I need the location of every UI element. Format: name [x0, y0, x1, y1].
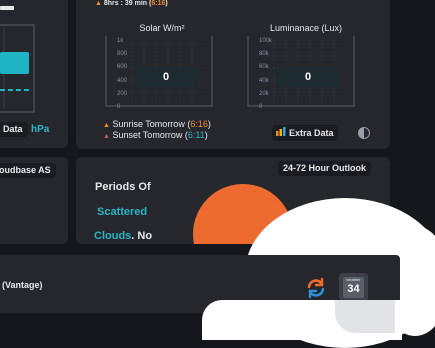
solar-tick: 600 [117, 64, 128, 70]
outlook-line2: Scattered [97, 206, 148, 218]
extra-data-button[interactable]: Extra Data [272, 125, 338, 141]
luminance-tick: 100k [259, 38, 273, 44]
bar-chart-icon [276, 127, 286, 139]
solar-tick: 1k [117, 38, 124, 44]
luminance-title: Luminanace (Lux) [269, 23, 343, 33]
luminance-tick: 60k [259, 64, 269, 70]
daylight-duration: ▲ 8hrs : 39 min (6:16) [95, 0, 168, 7]
sunrise-line: ▲ Sunrise Tomorrow (6:16) [103, 119, 211, 129]
solar-tick: 200 [117, 91, 128, 97]
solar-tick: 0 [117, 104, 121, 110]
solar-tick: 400 [117, 78, 128, 84]
data-button[interactable]: Data [0, 122, 28, 137]
app-badge-number: 34 [347, 283, 360, 295]
sunset-line: ▲ Sunset Tomorrow (6:11) [103, 130, 208, 140]
luminance-tick: 40k [259, 78, 269, 84]
luminance-value: 0 [276, 67, 340, 87]
luminance-tick: 80k [259, 51, 269, 57]
pressure-unit: hPa [31, 124, 50, 135]
cloudbase-label: oudbase AS [0, 163, 56, 178]
outlook-line3: Clouds. No [94, 230, 153, 242]
sunrise-icon: ▲ [103, 122, 110, 129]
panel-title-fragment [0, 6, 14, 10]
pressure-panel: Data hPa [0, 0, 68, 148]
luminance-tick: 20k [259, 91, 269, 97]
cloudbase-panel: oudbase AS [0, 157, 68, 244]
app-badge-inner: weather 34 [343, 277, 364, 298]
luminance-tick: 0 [259, 104, 263, 110]
cloud-illustration-shadow [335, 300, 395, 333]
outlook-button[interactable]: 24-72 Hour Outlook [278, 161, 372, 176]
theme-toggle-icon[interactable] [358, 127, 370, 139]
solar-title: Solar W/m² [139, 23, 185, 33]
outlook-line1: Periods Of [95, 181, 151, 193]
solar-tick: 800 [117, 51, 128, 57]
solar-value: 0 [134, 67, 198, 87]
app-badge[interactable]: weather 34 [339, 273, 368, 301]
sunset-icon: ▲ [103, 133, 110, 140]
sun-icon: ▲ [95, 0, 102, 7]
solar-panel: ▲ 8hrs : 39 min (6:16) Solar W/m² 1k 800… [76, 0, 390, 149]
pressure-gauge [0, 24, 35, 113]
station-label: (Vantage) [2, 280, 43, 290]
